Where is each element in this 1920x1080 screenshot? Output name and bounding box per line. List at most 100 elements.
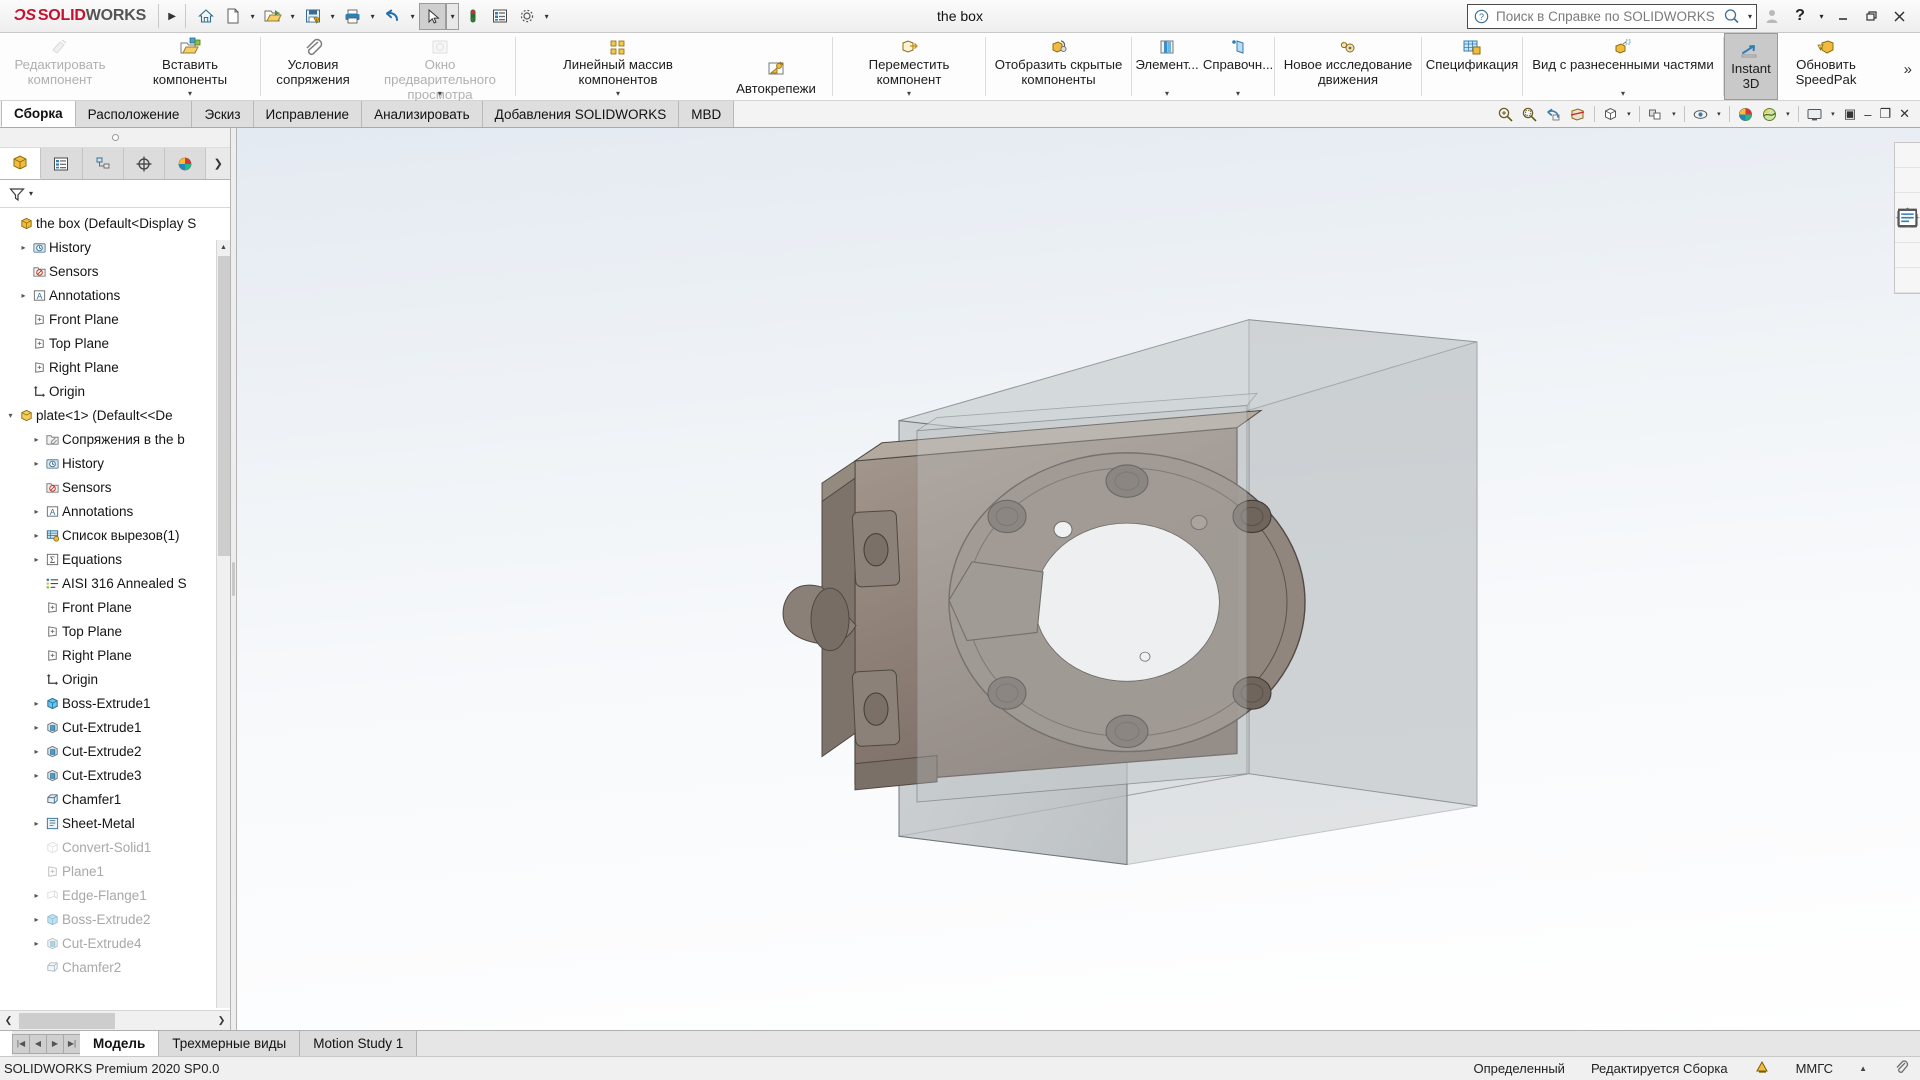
apply-scene-icon[interactable]: [1759, 103, 1781, 125]
ribbon-move-component[interactable]: Переместить компонент ▾: [833, 33, 985, 100]
ribbon-new-motion-study[interactable]: Новое исследование движения: [1275, 33, 1421, 100]
feature-tree-item[interactable]: Chamfer2: [0, 955, 230, 979]
feature-tree-item[interactable]: ▾ plate<1> (Default<<De: [0, 403, 230, 427]
feature-tree-item[interactable]: ▸ Сопряжения в the b: [0, 427, 230, 451]
apply-scene-caret-icon[interactable]: ▾: [1783, 103, 1793, 125]
first-tab-icon[interactable]: |◀: [12, 1033, 30, 1054]
feature-tree-item[interactable]: Chamfer1: [0, 787, 230, 811]
ribbon-show-hidden-components[interactable]: Отобразить скрытые компоненты: [986, 33, 1131, 100]
hscroll-thumb[interactable]: [19, 1012, 115, 1029]
graphics-area[interactable]: X Y Z: [237, 128, 1920, 1030]
ribbon-exploded-view[interactable]: Вид с разнесенными частями ▾: [1523, 33, 1723, 100]
doc-tab-model[interactable]: Модель: [80, 1031, 160, 1056]
doc-close-icon[interactable]: ✕: [1899, 106, 1910, 122]
new-document-icon[interactable]: [219, 3, 246, 30]
dimxpert-manager-tab[interactable]: [123, 148, 166, 179]
expand-collapse-icon[interactable]: ▸: [30, 531, 43, 540]
feature-tree-item[interactable]: ▸ Cut-Extrude2: [0, 739, 230, 763]
configuration-manager-tab[interactable]: [82, 148, 124, 179]
feature-tree-item[interactable]: ▸ A Annotations: [0, 499, 230, 523]
ribbon-instant-3d[interactable]: Instant 3D: [1724, 33, 1778, 100]
solidworks-logo[interactable]: ƆS SOLIDWORKS: [0, 0, 156, 33]
chevron-down-icon[interactable]: ▾: [907, 89, 911, 99]
panel-pin-row[interactable]: [0, 128, 230, 148]
assembly-model-3d-view[interactable]: [237, 128, 1920, 1030]
edit-appearance-icon[interactable]: [1735, 103, 1757, 125]
ribbon-smart-fasteners[interactable]: Автокрепежи: [720, 33, 832, 100]
help-caret-icon[interactable]: ▾: [1815, 3, 1828, 29]
expand-collapse-icon[interactable]: ▸: [30, 699, 43, 708]
feature-tree-item[interactable]: ▸ History: [0, 235, 230, 259]
doc-minimize-icon[interactable]: –: [1864, 107, 1871, 122]
last-tab-icon[interactable]: ▶|: [63, 1033, 81, 1054]
restore-panel-icon[interactable]: ▣: [1844, 106, 1856, 122]
zoom-to-area-icon[interactable]: [1519, 103, 1541, 125]
feature-tree-item[interactable]: Top Plane: [0, 619, 230, 643]
status-units[interactable]: ММГС: [1796, 1061, 1834, 1076]
close-icon[interactable]: [1886, 3, 1912, 29]
expand-collapse-icon[interactable]: ▸: [30, 723, 43, 732]
feature-tree-vertical-scrollbar[interactable]: ▲: [216, 240, 230, 1008]
undo-icon[interactable]: [379, 3, 406, 30]
feature-tree-item[interactable]: Sensors: [0, 475, 230, 499]
print-icon[interactable]: [339, 3, 366, 30]
chevron-down-icon[interactable]: ▾: [1236, 89, 1240, 99]
chevron-down-icon[interactable]: ▾: [1165, 89, 1169, 99]
tab-analyze[interactable]: Анализировать: [362, 101, 483, 127]
doc-tab-3d-views[interactable]: Трехмерные виды: [159, 1031, 301, 1056]
open-folder-caret-icon[interactable]: ▾: [286, 3, 299, 30]
feature-tree-item[interactable]: Right Plane: [0, 643, 230, 667]
feature-tree-item[interactable]: Origin: [0, 379, 230, 403]
expand-collapse-icon[interactable]: ▸: [30, 459, 43, 468]
scroll-right-arrow-icon[interactable]: ❯: [213, 1012, 230, 1030]
print-caret-icon[interactable]: ▾: [366, 3, 379, 30]
feature-tree-horizontal-scrollbar[interactable]: ❮ ❯: [0, 1010, 230, 1030]
feature-tree-item[interactable]: Right Plane: [0, 355, 230, 379]
feature-tree-item[interactable]: Origin: [0, 667, 230, 691]
overdefined-warning-icon[interactable]: [1754, 1060, 1770, 1078]
tab-evaluate[interactable]: Исправление: [253, 101, 363, 127]
tab-sketch[interactable]: Эскиз: [192, 101, 254, 127]
next-tab-icon[interactable]: ▶: [46, 1033, 64, 1054]
doc-restore-icon[interactable]: ❐: [1879, 106, 1891, 122]
save-warning-icon[interactable]: !: [299, 3, 326, 30]
expand-collapse-icon[interactable]: ▸: [30, 555, 43, 564]
gear-settings-icon[interactable]: [513, 3, 540, 30]
expand-collapse-icon[interactable]: ▸: [30, 435, 43, 444]
expand-collapse-icon[interactable]: ▸: [30, 915, 43, 924]
ribbon-assembly-features[interactable]: Элемент... ▾: [1132, 33, 1202, 100]
search-dropdown-caret-icon[interactable]: ▾: [1748, 12, 1752, 21]
expand-collapse-icon[interactable]: ▸: [30, 891, 43, 900]
settings-caret-icon[interactable]: ▾: [540, 3, 553, 30]
chevron-down-icon[interactable]: ▾: [188, 89, 192, 99]
options-list-icon[interactable]: [486, 3, 513, 30]
display-manager-tab[interactable]: [165, 148, 207, 179]
feature-tree-item[interactable]: Top Plane: [0, 331, 230, 355]
feature-tree-item[interactable]: ▸ Boss-Extrude1: [0, 691, 230, 715]
undo-caret-icon[interactable]: ▾: [406, 3, 419, 30]
ribbon-mate-conditions[interactable]: Условия сопряжения: [261, 33, 365, 100]
feature-tree-item[interactable]: ▸ Cut-Extrude1: [0, 715, 230, 739]
units-expand-caret[interactable]: ▲: [1859, 1064, 1867, 1073]
view-orientation-icon[interactable]: [1600, 103, 1622, 125]
scrollbar-thumb[interactable]: [218, 256, 230, 556]
help-search-box[interactable]: ? Поиск в Справке по SOLIDWORKS ▾: [1467, 3, 1757, 29]
ribbon-bill-of-materials[interactable]: Спецификация: [1422, 33, 1522, 100]
hide-show-caret-icon[interactable]: ▾: [1714, 103, 1724, 125]
feature-manager-tab[interactable]: [0, 148, 42, 179]
chevron-down-icon[interactable]: ▾: [616, 89, 620, 99]
feature-tree-item[interactable]: ▸ Cut-Extrude3: [0, 763, 230, 787]
feature-tree-item[interactable]: Plane1: [0, 859, 230, 883]
expand-collapse-icon[interactable]: ▸: [30, 939, 43, 948]
expand-collapse-icon[interactable]: ▾: [4, 411, 17, 420]
feature-tree-item[interactable]: Convert-Solid1: [0, 835, 230, 859]
feature-tree-item[interactable]: Front Plane: [0, 595, 230, 619]
tab-assembly[interactable]: Сборка: [1, 101, 76, 127]
feature-tree-item[interactable]: Front Plane: [0, 307, 230, 331]
hscroll-track[interactable]: [17, 1012, 213, 1030]
home-icon[interactable]: [192, 3, 219, 30]
feature-tree-filter[interactable]: ▾: [0, 180, 230, 208]
save-caret-icon[interactable]: ▾: [326, 3, 339, 30]
select-caret-icon[interactable]: ▾: [446, 2, 460, 30]
tab-mbd[interactable]: MBD: [679, 101, 735, 127]
